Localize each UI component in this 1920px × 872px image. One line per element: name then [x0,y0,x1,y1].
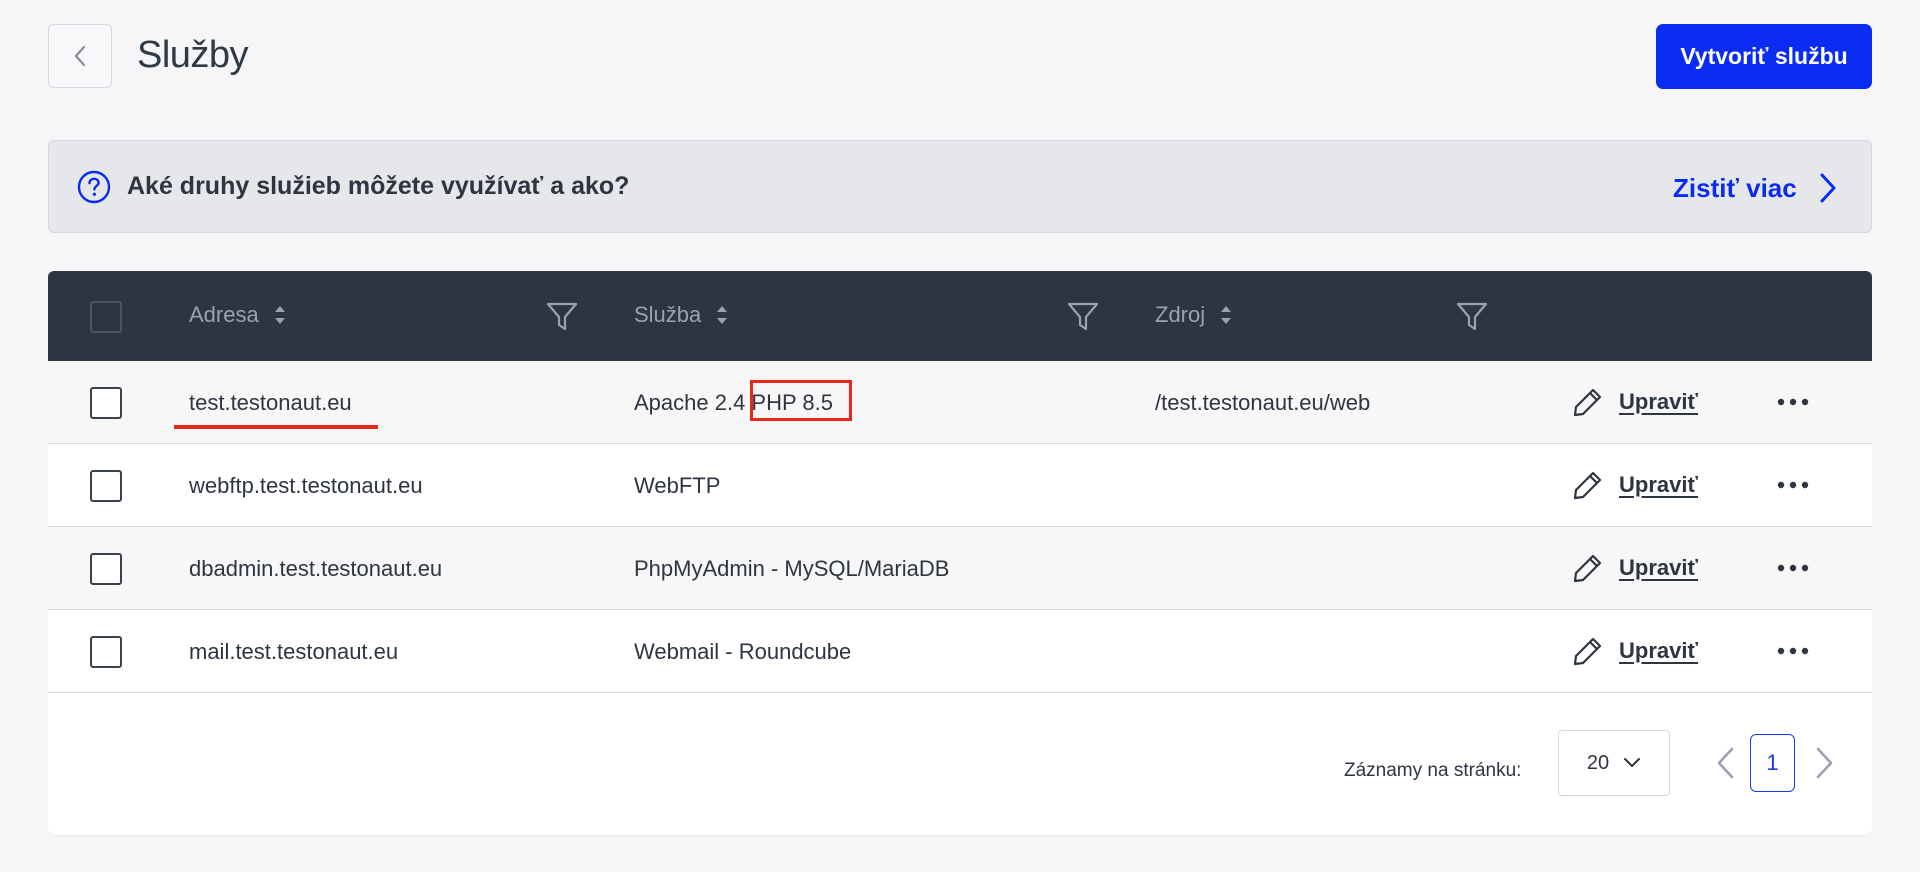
back-button[interactable] [48,24,112,88]
table-row: dbadmin.test.testonaut.eu PhpMyAdmin - M… [48,527,1872,610]
edit-label: Upraviť [1619,472,1699,497]
row-address[interactable]: dbadmin.test.testonaut.eu [189,556,442,582]
column-service-label: Služba [634,302,702,327]
annotation-highlight-box [750,380,852,421]
pencil-icon [1573,471,1602,500]
sort-icon [1221,306,1232,324]
row-service: Webmail - Roundcube [634,639,852,664]
edit-label: Upraviť [1619,389,1699,414]
select-all-checkbox[interactable] [90,301,122,333]
learn-more-link[interactable]: Zistiť viac [1673,171,1837,205]
filter-source-icon[interactable] [1455,300,1489,334]
pencil-icon [1573,388,1602,417]
annotation-underline [174,425,378,429]
table-header: Adresa Služba Zdroj [48,271,1872,361]
page-title: Služby [137,34,249,76]
more-options-icon[interactable] [1776,395,1810,409]
previous-page-icon[interactable] [1713,746,1739,780]
page-number-button[interactable]: 1 [1750,734,1795,792]
row-address[interactable]: mail.test.testonaut.eu [189,639,398,665]
more-options-icon[interactable] [1776,561,1810,575]
row-service: WebFTP [634,473,721,498]
next-page-icon[interactable] [1811,746,1837,780]
table-row: webftp.test.testonaut.eu WebFTP Upraviť [48,444,1872,527]
edit-button[interactable]: Upraviť [1571,633,1698,669]
services-table: Adresa Služba Zdroj test.testonaut.eu Ap… [48,271,1872,835]
edit-button[interactable]: Upraviť [1571,550,1698,586]
row-checkbox[interactable] [90,636,122,668]
edit-button[interactable]: Upraviť [1571,467,1698,503]
edit-label: Upraviť [1619,638,1699,663]
sort-icon [274,306,285,324]
pencil-icon [1573,554,1602,583]
table-row: mail.test.testonaut.eu Webmail - Roundcu… [48,610,1872,693]
learn-more-label: Zistiť viac [1673,172,1797,203]
sort-icon [717,306,728,324]
row-checkbox[interactable] [90,387,122,419]
edit-button[interactable]: Upraviť [1571,384,1698,420]
row-source: /test.testonaut.eu/web [1155,390,1371,415]
edit-label: Upraviť [1619,555,1699,580]
per-page-select[interactable]: 20 [1558,730,1670,796]
column-address-label: Adresa [189,302,259,327]
table-row: test.testonaut.eu Apache 2.4 PHP 8.5 /te… [48,361,1872,444]
filter-address-icon[interactable] [545,300,579,334]
pencil-icon [1573,637,1602,666]
row-checkbox[interactable] [90,553,122,585]
more-options-icon[interactable] [1776,644,1810,658]
chevron-left-icon [74,45,86,67]
row-service: PhpMyAdmin - MySQL/MariaDB [634,556,950,581]
column-service-header[interactable]: Služba [634,302,729,328]
services-page: Služby Vytvoriť službu Aké druhy služieb… [0,0,1920,872]
column-address-header[interactable]: Adresa [189,302,287,328]
banner-text: Aké druhy služieb môžete využívať a ako? [127,172,630,200]
row-address[interactable]: webftp.test.testonaut.eu [189,473,423,499]
chevron-down-icon [1624,758,1641,767]
row-checkbox[interactable] [90,470,122,502]
column-source-header[interactable]: Zdroj [1155,302,1233,328]
help-circle-icon [77,170,111,204]
more-options-icon[interactable] [1776,478,1810,492]
chevron-right-icon [1820,173,1836,203]
create-service-button[interactable]: Vytvoriť službu [1656,24,1872,89]
info-banner: Aké druhy služieb môžete využívať a ako?… [48,140,1872,233]
filter-service-icon[interactable] [1066,300,1100,334]
row-address[interactable]: test.testonaut.eu [189,390,352,416]
per-page-value: 20 [1586,751,1610,774]
per-page-label: Záznamy na stránku: [1344,760,1522,781]
column-source-label: Zdroj [1155,302,1206,327]
